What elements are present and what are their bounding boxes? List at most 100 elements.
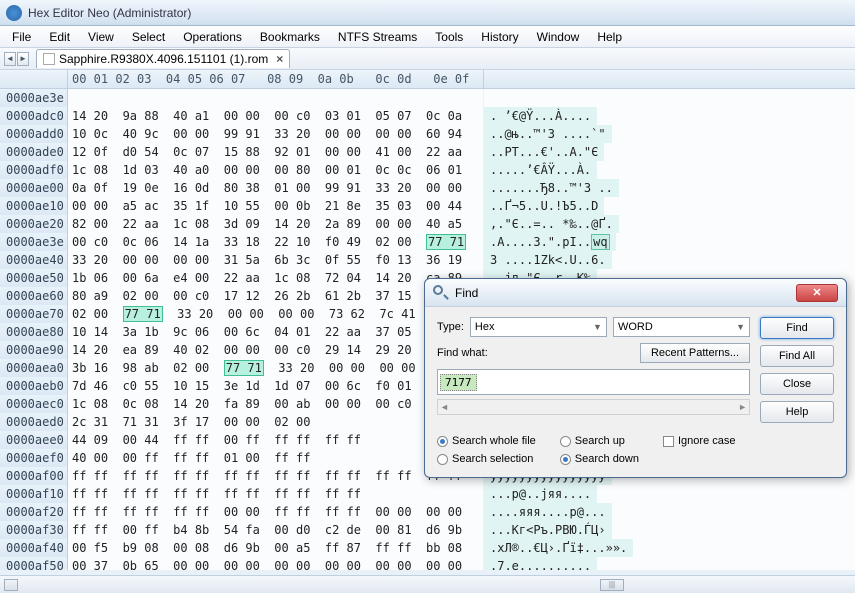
menu-help[interactable]: Help	[589, 28, 630, 46]
hex-bytes[interactable]: 2c 31 71 31 3f 17 00 00 02 00	[68, 413, 484, 431]
close-find-button[interactable]: Close	[760, 373, 834, 395]
menu-view[interactable]: View	[80, 28, 122, 46]
hex-row[interactable]: 0000ae1000 00 a5 ac 35 1f 10 55 00 0b 21…	[0, 197, 855, 215]
menu-window[interactable]: Window	[529, 28, 588, 46]
hex-row[interactable]: 0000ae4033 20 00 00 00 00 31 5a 6b 3c 0f…	[0, 251, 855, 269]
hex-bytes[interactable]: 82 00 22 aa 1c 08 3d 09 14 20 2a 89 00 0…	[68, 215, 484, 233]
address-cell: 0000aed0	[0, 413, 68, 431]
ascii-cell[interactable]: .7.e..........	[484, 557, 597, 570]
ascii-cell[interactable]: ....яяя....р@...	[484, 503, 612, 521]
hex-bytes[interactable]: ff ff ff ff ff ff ff ff ff ff ff ff	[68, 485, 484, 503]
ascii-cell[interactable]: . ʼ€@Ÿ...À....	[484, 107, 597, 125]
ascii-cell[interactable]: .хЛ®..€Ц›.Ґї‡...»».	[484, 539, 633, 557]
find-all-button[interactable]: Find All	[760, 345, 834, 367]
close-button[interactable]: ✕	[796, 284, 838, 302]
menu-tools[interactable]: Tools	[427, 28, 471, 46]
hex-row[interactable]: 0000ae3e00 c0 0c 06 14 1a 33 18 22 10 f0…	[0, 233, 855, 251]
highlighted-bytes[interactable]: 77 71	[224, 360, 264, 376]
address-cell: 0000af50	[0, 557, 68, 570]
ascii-cell[interactable]: 3 ....1Zk<.U..6.	[484, 251, 612, 269]
hex-row[interactable]: 0000add010 0c 40 9c 00 00 99 91 33 20 00…	[0, 125, 855, 143]
scroll-left-button[interactable]	[4, 579, 18, 591]
address-cell: 0000ae20	[0, 215, 68, 233]
highlighted-bytes[interactable]: 77 71	[426, 234, 466, 250]
hex-row[interactable]: 0000af30ff ff 00 ff b4 8b 54 fa 00 d0 c2…	[0, 521, 855, 539]
help-button[interactable]: Help	[760, 401, 834, 423]
horizontal-scrollbar[interactable]: |||	[0, 575, 855, 593]
menu-history[interactable]: History	[473, 28, 526, 46]
hex-bytes[interactable]: ff ff 00 ff b4 8b 54 fa 00 d0 c2 de 00 8…	[68, 521, 484, 539]
menu-ntfs-streams[interactable]: NTFS Streams	[330, 28, 425, 46]
ascii-cell[interactable]: ..Ґ¬5..U.!Ъ5..D	[484, 197, 604, 215]
hex-row[interactable]: 0000af10ff ff ff ff ff ff ff ff ff ff ff…	[0, 485, 855, 503]
search-whole-file-radio[interactable]: Search whole file	[437, 435, 536, 447]
hex-bytes[interactable]: 10 0c 40 9c 00 00 99 91 33 20 00 00 00 0…	[68, 125, 484, 143]
hex-bytes[interactable]: 12 0f d0 54 0c 07 15 88 92 01 00 00 41 0…	[68, 143, 484, 161]
nav-forward-button[interactable]: ►	[17, 52, 29, 66]
hex-bytes[interactable]: ff ff ff ff ff ff ff ff ff ff ff ff ff f…	[68, 467, 484, 485]
scroll-thumb[interactable]: |||	[600, 579, 624, 591]
ascii-cell[interactable]: ..@њ..™'3 ....`"	[484, 125, 612, 143]
find-button[interactable]: Find	[760, 317, 834, 339]
hex-bytes[interactable]: 44 09 00 44 ff ff 00 ff ff ff ff ff	[68, 431, 484, 449]
hex-bytes[interactable]: 40 00 00 ff ff ff 01 00 ff ff	[68, 449, 484, 467]
hex-row[interactable]: 0000adf01c 08 1d 03 40 a0 00 00 00 80 00…	[0, 161, 855, 179]
recent-patterns-button[interactable]: Recent Patterns...	[640, 343, 750, 363]
hex-row[interactable]: 0000ade012 0f d0 54 0c 07 15 88 92 01 00…	[0, 143, 855, 161]
tab-close-button[interactable]: ×	[276, 52, 283, 66]
search-up-radio[interactable]: Search up	[560, 435, 639, 447]
hex-row[interactable]: 0000adc014 20 9a 88 40 a1 00 00 00 c0 03…	[0, 107, 855, 125]
ascii-cell[interactable]: ,."Є..=.. *‰..@Ґ.	[484, 215, 619, 233]
address-cell: 0000adc0	[0, 107, 68, 125]
menu-operations[interactable]: Operations	[175, 28, 250, 46]
input-scrollbar[interactable]: ◄►	[437, 399, 750, 415]
hex-bytes[interactable]: 0a 0f 19 0e 16 0d 80 38 01 00 99 91 33 2…	[68, 179, 484, 197]
hex-bytes[interactable]: ff ff ff ff ff ff 00 00 ff ff ff ff 00 0…	[68, 503, 484, 521]
menu-bookmarks[interactable]: Bookmarks	[252, 28, 328, 46]
hex-bytes[interactable]: 1c 08 1d 03 40 a0 00 00 00 80 00 01 0c 0…	[68, 161, 484, 179]
hex-bytes[interactable]: 00 f5 b9 08 00 08 d6 9b 00 a5 ff 87 ff f…	[68, 539, 484, 557]
ascii-cell[interactable]: ..РТ...€'..A."Є	[484, 143, 604, 161]
ascii-cell[interactable]: .А....3.".рI..wq	[484, 233, 616, 251]
hex-bytes[interactable]: 1b 06 00 6a e4 00 22 aa 1c 08 72 04 14 2…	[68, 269, 484, 287]
ignore-case-checkbox[interactable]: Ignore case	[663, 435, 735, 447]
nav-back-button[interactable]: ◄	[4, 52, 16, 66]
hex-row[interactable]: 0000ae000a 0f 19 0e 16 0d 80 38 01 00 99…	[0, 179, 855, 197]
menu-select[interactable]: Select	[124, 28, 173, 46]
ascii-cell[interactable]: .....ʼ€ÂŸ...À.	[484, 161, 597, 179]
hex-bytes[interactable]: 1c 08 0c 08 14 20 fa 89 00 ab 00 00 00 c…	[68, 395, 484, 413]
ascii-cell[interactable]: ...Кг<Ръ.РВЮ.ЃЦ›	[484, 521, 612, 539]
hex-bytes[interactable]: 14 20 ea 89 40 02 00 00 00 c0 29 14 29 2…	[68, 341, 484, 359]
address-cell: 0000ae10	[0, 197, 68, 215]
hex-row[interactable]: 0000af20ff ff ff ff ff ff 00 00 ff ff ff…	[0, 503, 855, 521]
menu-file[interactable]: File	[4, 28, 39, 46]
hex-bytes[interactable]: 3b 16 98 ab 02 00 77 71 33 20 00 00 00 0…	[68, 359, 484, 377]
hex-bytes[interactable]: 00 37 0b 65 00 00 00 00 00 00 00 00 00 0…	[68, 557, 484, 570]
hex-bytes[interactable]: 7d 46 c0 55 10 15 3e 1d 1d 07 00 6c f0 0…	[68, 377, 484, 395]
ascii-cell[interactable]: ...р@..јяя....	[484, 485, 597, 503]
address-cell: 0000ae90	[0, 341, 68, 359]
highlighted-bytes[interactable]: 77 71	[123, 306, 163, 322]
hex-bytes[interactable]: 80 a9 02 00 00 c0 17 12 26 2b 61 2b 37 1…	[68, 287, 484, 305]
find-input[interactable]: 7177	[437, 369, 750, 395]
search-selection-radio[interactable]: Search selection	[437, 453, 536, 465]
find-titlebar[interactable]: Find ✕	[425, 279, 846, 307]
hex-bytes[interactable]: 10 14 3a 1b 9c 06 00 6c 04 01 22 aa 37 0…	[68, 323, 484, 341]
search-down-radio[interactable]: Search down	[560, 453, 639, 465]
type-select[interactable]: Hex▼	[470, 317, 607, 337]
hex-bytes[interactable]: 00 c0 0c 06 14 1a 33 18 22 10 f0 49 02 0…	[68, 233, 484, 251]
address-cell: 0000ae50	[0, 269, 68, 287]
hex-row[interactable]: 0000ae2082 00 22 aa 1c 08 3d 09 14 20 2a…	[0, 215, 855, 233]
hex-row[interactable]: 0000af4000 f5 b9 08 00 08 d6 9b 00 a5 ff…	[0, 539, 855, 557]
ascii-cell[interactable]: .......Ђ8..™'3 ..	[484, 179, 619, 197]
hex-bytes[interactable]: 14 20 9a 88 40 a1 00 00 00 c0 03 01 05 0…	[68, 107, 484, 125]
document-tab[interactable]: Sapphire.R9380X.4096.151101 (1).rom ×	[36, 49, 290, 68]
menu-edit[interactable]: Edit	[41, 28, 78, 46]
hex-row[interactable]: 0000af5000 37 0b 65 00 00 00 00 00 00 00…	[0, 557, 855, 570]
hex-bytes[interactable]: 33 20 00 00 00 00 31 5a 6b 3c 0f 55 f0 1…	[68, 251, 484, 269]
hex-bytes[interactable]: 02 00 77 71 33 20 00 00 00 00 73 62 7c 4…	[68, 305, 484, 323]
address-cell: 0000aea0	[0, 359, 68, 377]
hex-bytes[interactable]: 00 00 a5 ac 35 1f 10 55 00 0b 21 8e 35 0…	[68, 197, 484, 215]
tab-bar: ◄ ► Sapphire.R9380X.4096.151101 (1).rom …	[0, 48, 855, 70]
word-select[interactable]: WORD▼	[613, 317, 750, 337]
